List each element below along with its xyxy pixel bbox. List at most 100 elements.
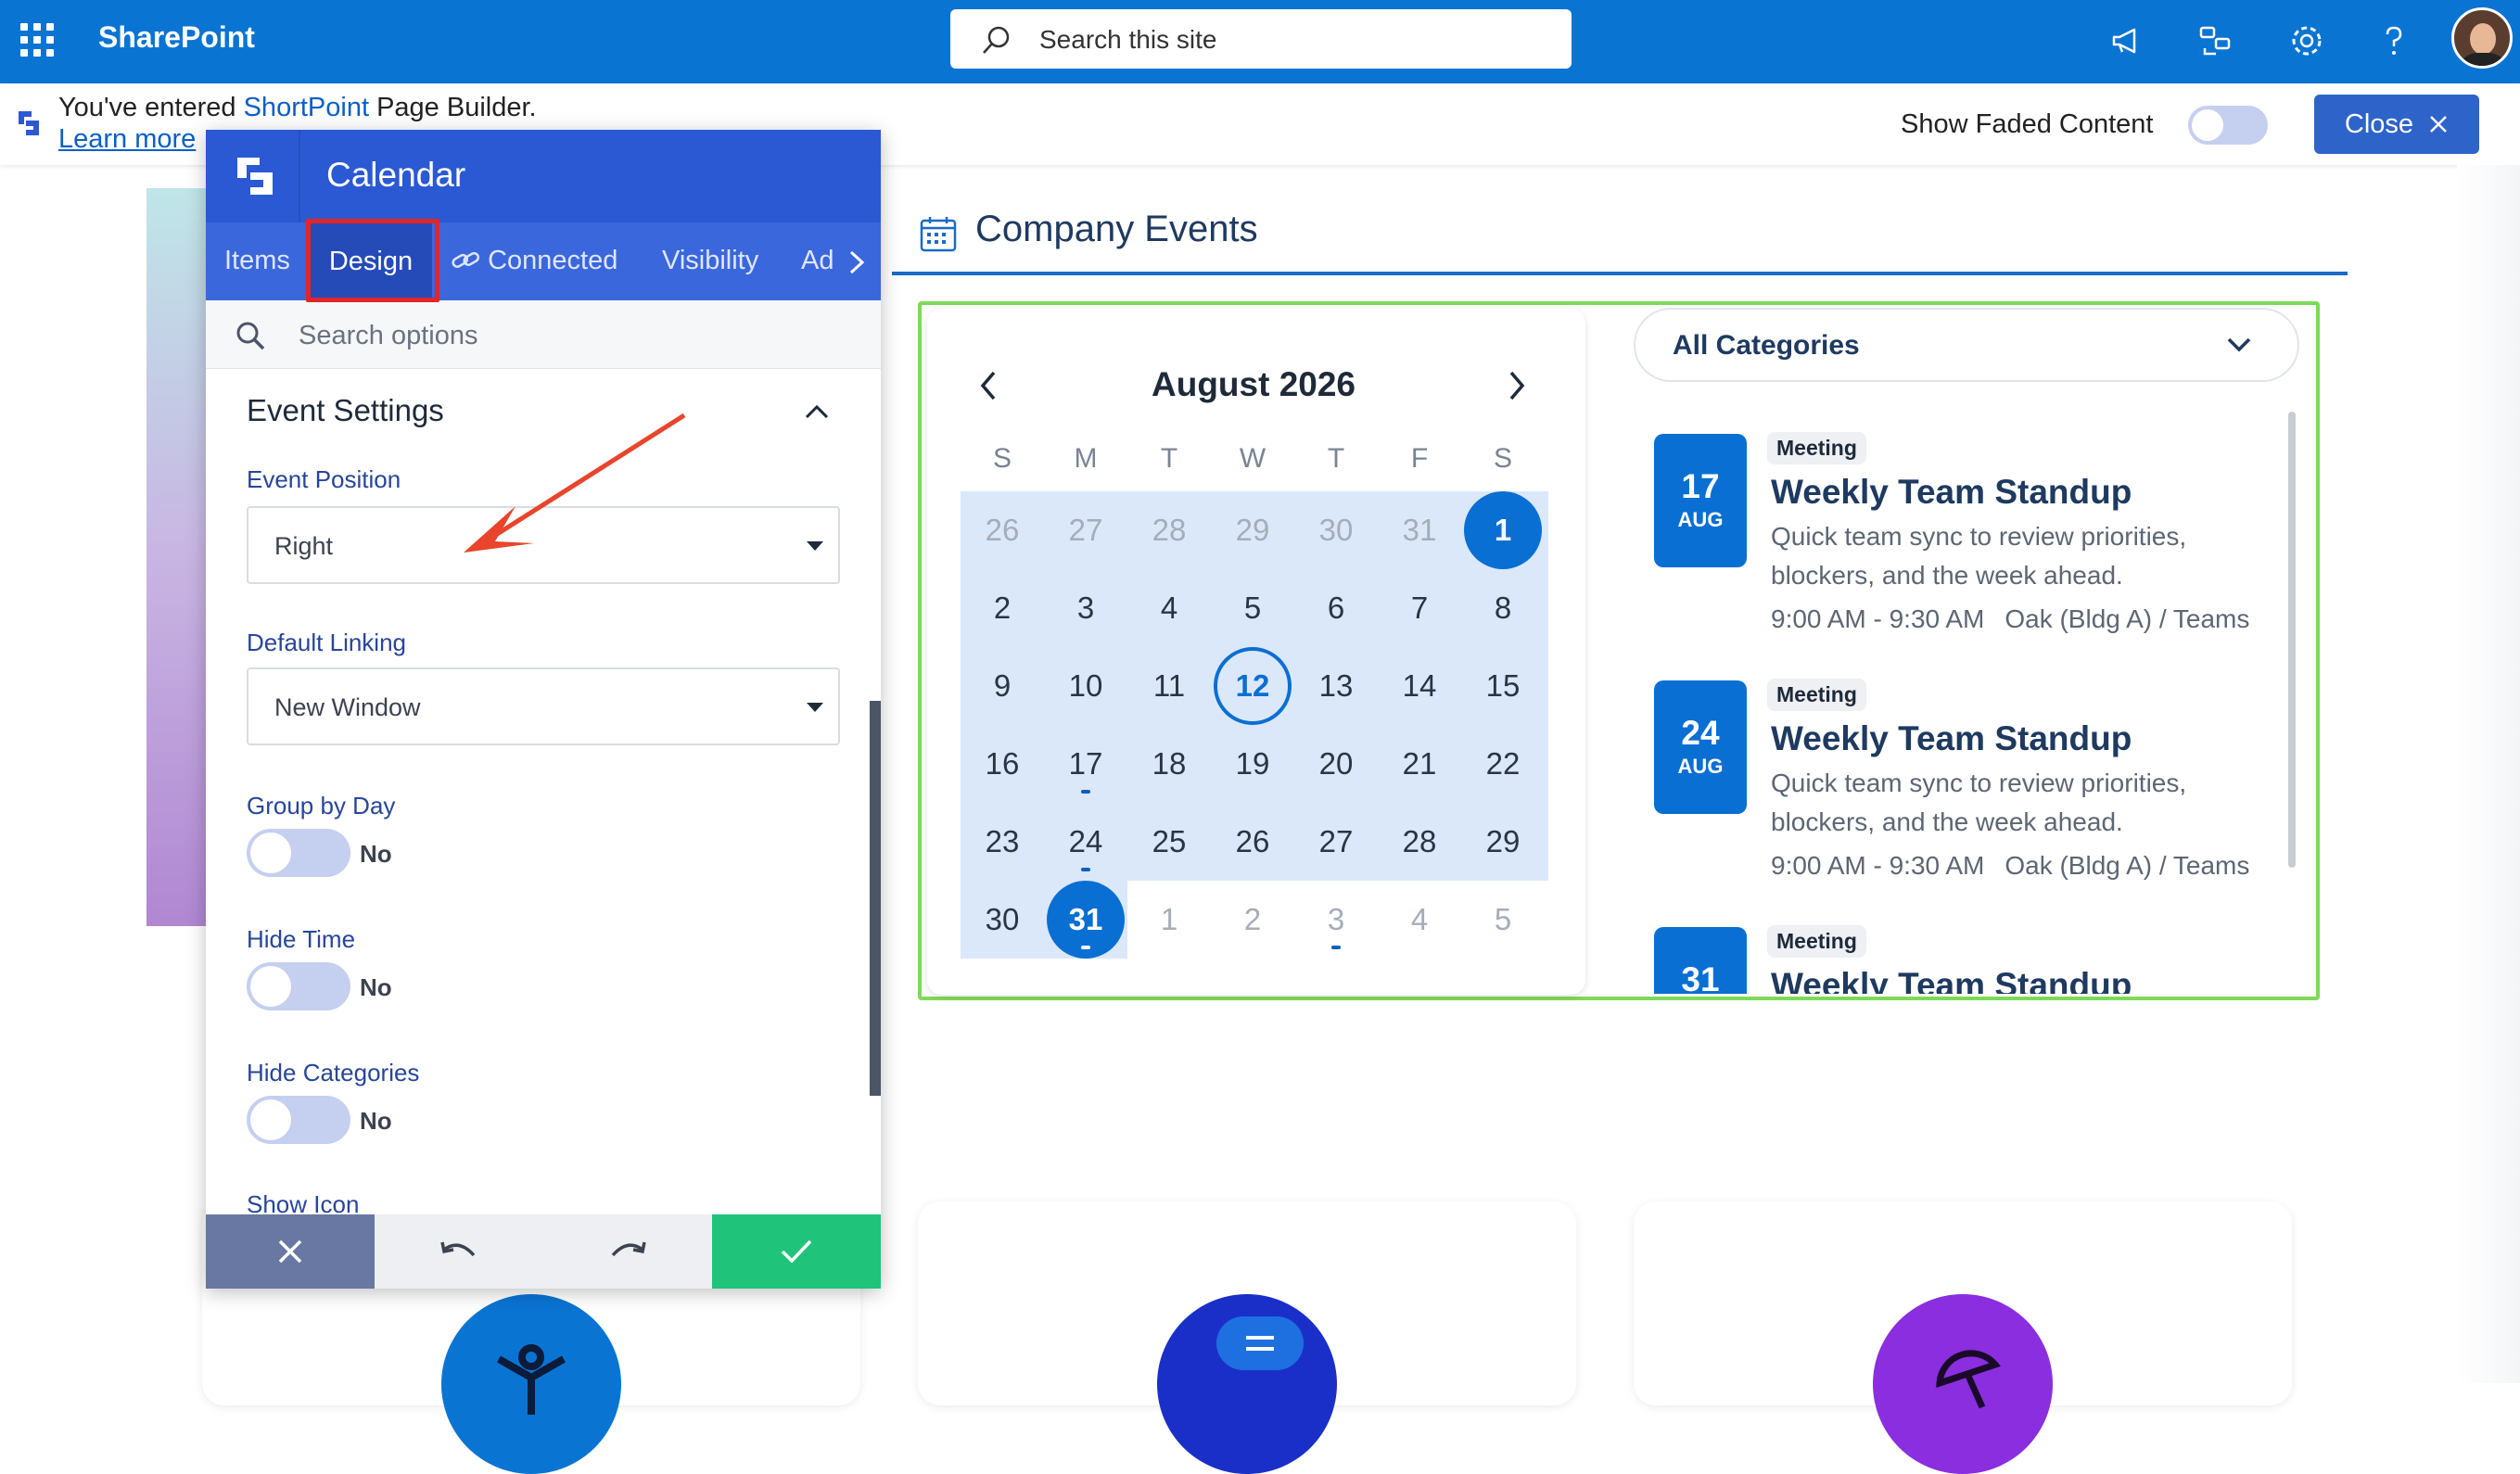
calendar-day[interactable]: 12 — [1214, 647, 1292, 725]
calendar-day[interactable]: 26 — [1214, 803, 1292, 881]
tab-visibility[interactable]: Visibility — [662, 246, 758, 276]
undo-button[interactable] — [375, 1214, 543, 1289]
app-launcher-icon[interactable] — [20, 23, 54, 57]
calendar-day[interactable]: 8 — [1464, 569, 1542, 647]
calendar-day[interactable]: 14 — [1381, 647, 1458, 725]
calendar-day[interactable]: 11 — [1130, 647, 1208, 725]
event-item[interactable]: 17 AUG Meeting Weekly Team Standup Quick … — [1634, 408, 2283, 649]
search-icon — [236, 322, 265, 350]
calendar-day[interactable]: 2 — [1214, 881, 1292, 959]
event-list-scrollbar[interactable] — [2288, 412, 2296, 868]
weekday-header: M — [1074, 443, 1098, 474]
tab-items[interactable]: Items — [224, 246, 290, 276]
calendar-day[interactable]: 23 — [963, 803, 1041, 881]
calendar-day[interactable]: 21 — [1381, 725, 1458, 803]
default-linking-value: New Window — [274, 693, 421, 721]
close-builder-button[interactable]: Close — [2314, 95, 2479, 154]
background-gradient-strip — [146, 188, 210, 926]
learn-more-link[interactable]: Learn more — [58, 124, 196, 155]
panel-scrollbar[interactable] — [870, 701, 881, 1096]
calendar-day[interactable]: 3 — [1047, 569, 1125, 647]
calendar-day[interactable]: 30 — [1297, 491, 1375, 569]
show-faded-content-toggle[interactable] — [2188, 106, 2268, 145]
calendar-day[interactable]: 9 — [963, 647, 1041, 725]
calendar-day[interactable]: 4 — [1130, 569, 1208, 647]
section-menu-button[interactable] — [1216, 1316, 1304, 1370]
hide-time-toggle[interactable] — [247, 962, 350, 1010]
calendar-day[interactable]: 1 — [1464, 491, 1542, 569]
group-by-day-toggle[interactable] — [247, 829, 350, 877]
group-by-day-label: Group by Day — [247, 792, 396, 820]
cancel-button[interactable] — [206, 1214, 375, 1289]
calendar-day[interactable]: 1 — [1130, 881, 1208, 959]
calendar-day[interactable]: 10 — [1047, 647, 1125, 725]
annotation-arrow — [464, 413, 686, 553]
calendar-day[interactable]: 5 — [1464, 881, 1542, 959]
calendar-day[interactable]: 30 — [963, 881, 1041, 959]
default-linking-select[interactable]: New Window — [247, 667, 840, 745]
event-time-location: 9:00 AM - 9:30 AM Oak (Bldg A) / Teams — [1771, 604, 2250, 633]
event-settings-heading[interactable]: Event Settings — [247, 393, 444, 428]
tab-connected[interactable]: Connected — [451, 246, 617, 276]
event-item[interactable]: 31 Meeting Weekly Team Standup — [1634, 901, 2283, 994]
hide-categories-toggle[interactable] — [247, 1096, 350, 1144]
help-icon[interactable] — [2374, 20, 2414, 61]
calendar-day[interactable]: 27 — [1297, 803, 1375, 881]
app-name[interactable]: SharePoint — [98, 20, 255, 55]
feature-card[interactable] — [1634, 1201, 2292, 1474]
weekday-header: T — [1327, 443, 1345, 474]
redo-button[interactable] — [543, 1214, 712, 1289]
event-item[interactable]: 24 AUG Meeting Weekly Team Standup Quick … — [1634, 654, 2283, 896]
event-title[interactable]: Weekly Team Standup — [1771, 966, 2132, 994]
calendar-day[interactable]: 19 — [1214, 725, 1292, 803]
calendar-day[interactable]: 6 — [1297, 569, 1375, 647]
calendar-day[interactable]: 29 — [1464, 803, 1542, 881]
event-indicator-dot — [1331, 946, 1341, 949]
options-search[interactable]: Search options — [206, 300, 881, 369]
calendar-day[interactable]: 20 — [1297, 725, 1375, 803]
event-title[interactable]: Weekly Team Standup — [1771, 473, 2132, 512]
feature-card[interactable] — [918, 1201, 1576, 1474]
hide-categories-label: Hide Categories — [247, 1059, 420, 1086]
user-avatar[interactable] — [2451, 7, 2513, 69]
event-date-badge: 31 — [1654, 927, 1747, 994]
chevron-up-icon[interactable] — [803, 400, 831, 423]
close-icon — [278, 1239, 302, 1264]
calendar-day[interactable]: 27 — [1047, 491, 1125, 569]
calendar-day[interactable]: 28 — [1381, 803, 1458, 881]
settings-gear-icon[interactable] — [2286, 20, 2327, 61]
builder-notice: You've entered ShortPoint Page Builder. — [58, 93, 537, 123]
calendar-day[interactable]: 15 — [1464, 647, 1542, 725]
event-title[interactable]: Weekly Team Standup — [1771, 719, 2132, 758]
site-search-box[interactable]: Search this site — [950, 9, 1572, 69]
calendar-day[interactable]: 29 — [1214, 491, 1292, 569]
previous-month-button[interactable] — [975, 369, 1003, 402]
calendar-day[interactable]: 16 — [963, 725, 1041, 803]
next-month-button[interactable] — [1502, 369, 1530, 402]
calendar-month-label: August 2026 — [1152, 365, 1356, 403]
tabs-scroll-right-icon[interactable] — [846, 248, 868, 276]
share-icon[interactable] — [2195, 20, 2236, 61]
calendar-day[interactable]: 5 — [1214, 569, 1292, 647]
hide-time-label: Hide Time — [247, 925, 356, 953]
confirm-button[interactable] — [712, 1214, 881, 1289]
page-edge — [2457, 165, 2520, 1383]
calendar-day[interactable]: 4 — [1381, 881, 1458, 959]
calendar-day[interactable]: 31 — [1381, 491, 1458, 569]
options-search-placeholder: Search options — [299, 321, 478, 350]
category-filter-dropdown[interactable]: All Categories — [1634, 308, 2299, 382]
megaphone-icon[interactable] — [2106, 20, 2147, 61]
calendar-day[interactable]: 25 — [1130, 803, 1208, 881]
event-indicator-dot — [1081, 946, 1090, 949]
tab-advanced[interactable]: Ad — [801, 246, 834, 276]
calendar-day[interactable]: 2 — [963, 569, 1041, 647]
undo-icon — [440, 1241, 476, 1257]
calendar-day[interactable]: 28 — [1130, 491, 1208, 569]
calendar-day[interactable]: 7 — [1381, 569, 1458, 647]
calendar-day[interactable]: 26 — [963, 491, 1041, 569]
calendar-day[interactable]: 13 — [1297, 647, 1375, 725]
calendar-day[interactable]: 18 — [1130, 725, 1208, 803]
calendar-day[interactable]: 22 — [1464, 725, 1542, 803]
link-icon — [452, 251, 480, 268]
event-description: Quick team sync to review priorities, bl… — [1771, 769, 2187, 836]
